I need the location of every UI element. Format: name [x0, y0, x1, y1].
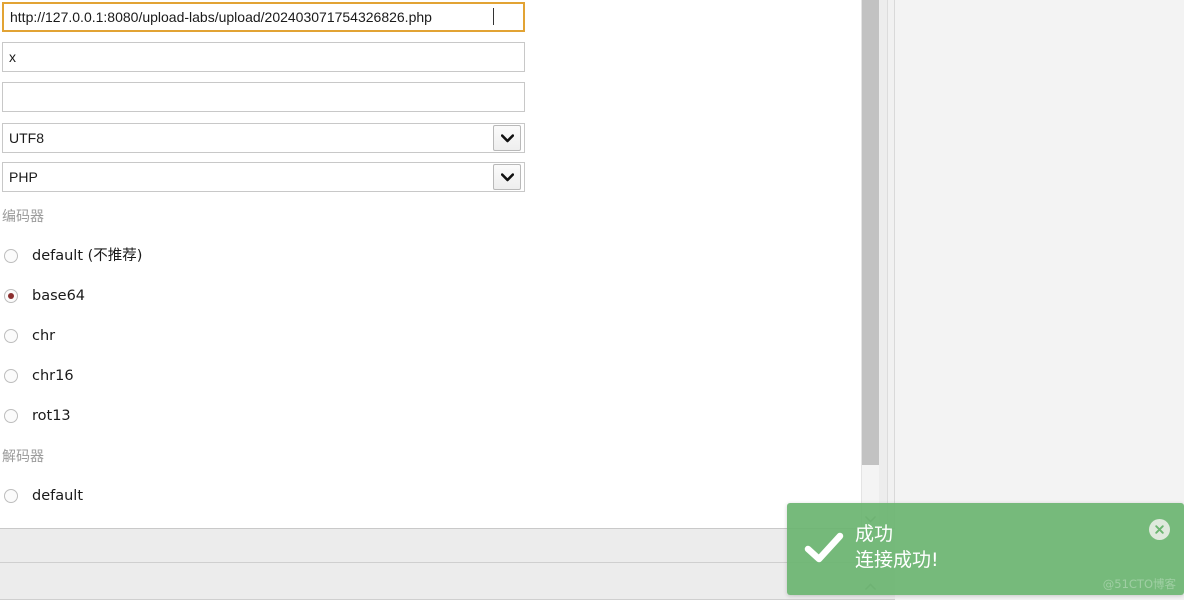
radio-icon[interactable] [4, 409, 18, 423]
charset-select-value: UTF8 [9, 131, 44, 145]
bottom-panel-lower [0, 563, 895, 600]
toast-title: 成功 [855, 523, 894, 545]
decoder-group-label: 解码器 [2, 449, 44, 465]
encoder-option-base64[interactable]: base64 [2, 285, 85, 307]
radio-icon[interactable] [4, 369, 18, 383]
radio-icon[interactable] [4, 249, 18, 263]
close-icon[interactable] [1149, 519, 1170, 540]
script-type-select[interactable]: PHP [2, 162, 525, 192]
password-input[interactable] [2, 42, 525, 72]
encoder-option-chr[interactable]: chr [2, 325, 55, 347]
extra-input[interactable] [2, 82, 525, 112]
encoder-group-label: 编码器 [2, 209, 44, 225]
toast-text-block: 成功 连接成功! [855, 521, 939, 573]
encoder-option-chr16-label: chr16 [32, 367, 74, 384]
encoder-option-rot13[interactable]: rot13 [2, 405, 71, 427]
app-window: UTF8 PHP 编码器 default (不推荐) base64 [0, 0, 1184, 600]
encoder-option-rot13-label: rot13 [32, 407, 71, 424]
vertical-scrollbar-track[interactable] [861, 0, 879, 528]
chevron-down-icon[interactable] [493, 164, 521, 190]
vertical-scrollbar-thumb[interactable] [862, 0, 879, 465]
extra-field-row [2, 82, 525, 112]
settings-form-pane: UTF8 PHP 编码器 default (不推荐) base64 [0, 0, 861, 528]
decoder-option-default[interactable]: default [2, 485, 83, 507]
scrollbar-gutter-secondary [879, 0, 888, 528]
text-caret [493, 8, 494, 25]
toast-message: 连接成功! [855, 549, 939, 571]
encoder-option-default-label: default (不推荐) [32, 247, 143, 264]
success-toast[interactable]: 成功 连接成功! @51CTO博客 [787, 503, 1184, 595]
radio-icon[interactable] [4, 329, 18, 343]
encoder-option-default[interactable]: default (不推荐) [2, 245, 142, 267]
bottom-panel-upper [0, 528, 895, 563]
url-input[interactable] [2, 2, 525, 32]
decoder-option-default-label: default [32, 487, 84, 504]
radio-icon[interactable] [4, 489, 18, 503]
encoder-option-chr16[interactable]: chr16 [2, 365, 74, 387]
watermark-label: @51CTO博客 [1102, 577, 1176, 591]
charset-select[interactable]: UTF8 [2, 123, 525, 153]
script-type-select-value: PHP [9, 170, 38, 184]
encoder-option-base64-label: base64 [32, 287, 86, 304]
chevron-down-icon[interactable] [493, 125, 521, 151]
password-field-row [2, 42, 525, 72]
check-icon [804, 531, 844, 567]
radio-icon-selected[interactable] [4, 289, 18, 303]
url-field-row [2, 2, 525, 32]
encoder-option-chr-label: chr [32, 327, 56, 344]
